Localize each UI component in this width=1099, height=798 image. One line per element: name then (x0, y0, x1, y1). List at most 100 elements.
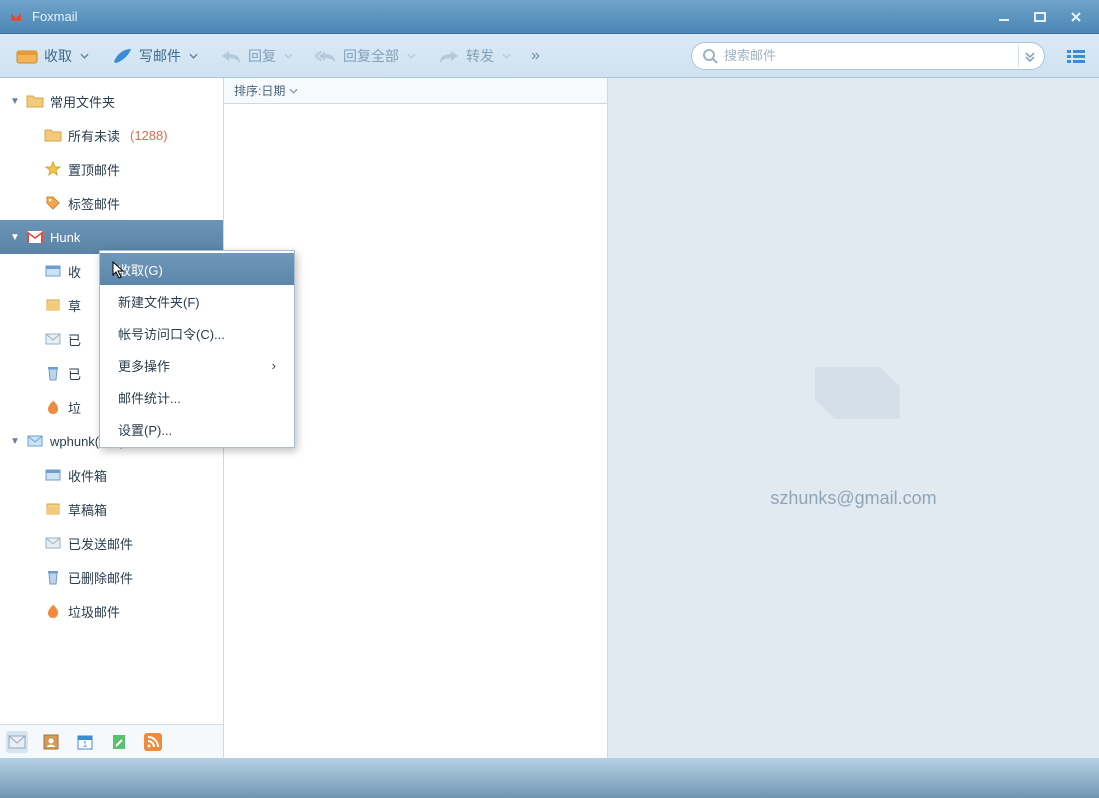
reply-button[interactable]: 回复 (212, 42, 301, 70)
title-bar: Foxmail (0, 0, 1099, 34)
sent-icon (44, 534, 62, 552)
compose-label: 写邮件 (139, 46, 181, 66)
tag-icon (44, 194, 62, 212)
tree-account-hunk[interactable]: ▼ Hunk (0, 220, 223, 254)
svg-text:1: 1 (83, 740, 88, 749)
tree-drafts-2[interactable]: 草稿箱 (0, 492, 223, 526)
ctx-more-actions[interactable]: 更多操作 › (100, 349, 294, 381)
minimize-button[interactable] (993, 9, 1015, 25)
chevron-down-icon (189, 53, 198, 59)
search-icon (702, 48, 718, 64)
notes-tab-icon[interactable] (108, 731, 130, 753)
sort-label: 排序:日期 (234, 82, 285, 99)
ctx-settings[interactable]: 设置(P)... (100, 413, 294, 445)
ctx-label: 帐号访问口令(C)... (118, 324, 225, 343)
chevron-down-icon (407, 53, 416, 59)
receive-label: 收取 (44, 46, 72, 66)
tree-label: 已删除邮件 (68, 568, 133, 587)
maximize-button[interactable] (1029, 9, 1051, 25)
tree-label: 垃 (68, 398, 81, 417)
collapse-icon: ▼ (10, 436, 20, 447)
foxmail-logo (789, 328, 919, 458)
forward-label: 转发 (466, 46, 494, 66)
flame-icon (44, 602, 62, 620)
tree-sent-2[interactable]: 已发送邮件 (0, 526, 223, 560)
tree-label: 置顶邮件 (68, 160, 120, 179)
tree-label: 常用文件夹 (50, 92, 115, 111)
toolbar: 收取 写邮件 回复 回复全部 转发 » (0, 34, 1099, 78)
tree-tagged[interactable]: 标签邮件 (0, 186, 223, 220)
reply-label: 回复 (248, 46, 276, 66)
inbox-icon (16, 47, 38, 65)
folder-icon (26, 92, 44, 110)
mail-tab-icon[interactable] (6, 731, 28, 753)
ctx-new-folder[interactable]: 新建文件夹(F) (100, 285, 294, 317)
preview-pane: szhunks@gmail.com (608, 78, 1099, 758)
ctx-label: 新建文件夹(F) (118, 292, 200, 311)
forward-icon (438, 47, 460, 65)
trash-icon (44, 364, 62, 382)
sidebar-bottom-bar: 1 (0, 724, 223, 758)
inbox-icon (44, 262, 62, 280)
account-context-menu: 收取(G) 新建文件夹(F) 帐号访问口令(C)... 更多操作 › 邮件统计..… (99, 250, 295, 448)
star-icon (44, 160, 62, 178)
rss-tab-icon[interactable] (142, 731, 164, 753)
flame-icon (44, 398, 62, 416)
ctx-label: 设置(P)... (118, 420, 172, 439)
tree-common-folders[interactable]: ▼ 常用文件夹 (0, 84, 223, 118)
list-header: 排序:日期 (224, 78, 607, 104)
tree-label: 标签邮件 (68, 194, 120, 213)
unread-count: (1288) (130, 128, 168, 143)
reply-all-icon (315, 47, 337, 65)
close-button[interactable] (1065, 9, 1087, 25)
folder-icon (44, 126, 62, 144)
tree-label: 草 (68, 296, 81, 315)
reply-icon (220, 47, 242, 65)
tree-label: 已发送邮件 (68, 534, 133, 553)
reply-all-button[interactable]: 回复全部 (307, 42, 424, 70)
contacts-tab-icon[interactable] (40, 731, 62, 753)
app-icon (8, 9, 24, 25)
ctx-mail-stats[interactable]: 邮件统计... (100, 381, 294, 413)
sort-button[interactable]: 排序:日期 (234, 82, 298, 99)
mail-account-icon (26, 432, 44, 450)
tree-label: 草稿箱 (68, 500, 107, 519)
chevron-right-icon: › (272, 358, 276, 373)
collapse-icon: ▼ (10, 232, 20, 243)
tree-spam-2[interactable]: 垃圾邮件 (0, 594, 223, 628)
window-controls (993, 9, 1087, 25)
tree-all-unread[interactable]: 所有未读 (1288) (0, 118, 223, 152)
feather-icon (111, 47, 133, 65)
tree-label: 已 (68, 364, 81, 383)
search-box[interactable] (691, 42, 1045, 70)
forward-button[interactable]: 转发 (430, 42, 519, 70)
search-expand-button[interactable] (1018, 45, 1040, 67)
receive-button[interactable]: 收取 (8, 42, 97, 70)
tree-label: 所有未读 (68, 126, 120, 145)
tree-inbox-2[interactable]: 收件箱 (0, 458, 223, 492)
ctx-account-password[interactable]: 帐号访问口令(C)... (100, 317, 294, 349)
ctx-label: 更多操作 (118, 356, 170, 375)
compose-button[interactable]: 写邮件 (103, 42, 206, 70)
tree-label: 已 (68, 330, 81, 349)
calendar-tab-icon[interactable]: 1 (74, 731, 96, 753)
ctx-label: 收取(G) (118, 260, 163, 279)
inbox-icon (44, 466, 62, 484)
app-title: Foxmail (32, 9, 993, 24)
tree-label: Hunk (50, 230, 80, 245)
tree-pinned[interactable]: 置顶邮件 (0, 152, 223, 186)
tree-trash-2[interactable]: 已删除邮件 (0, 560, 223, 594)
search-input[interactable] (724, 48, 1018, 63)
drafts-icon (44, 296, 62, 314)
gmail-icon (26, 228, 44, 246)
ctx-receive[interactable]: 收取(G) (100, 253, 294, 285)
tree-label: 收 (68, 262, 81, 281)
more-tools-button[interactable]: » (525, 43, 546, 69)
trash-icon (44, 568, 62, 586)
chevron-down-icon (502, 53, 511, 59)
tree-label: 收件箱 (68, 466, 107, 485)
sent-icon (44, 330, 62, 348)
view-toggle-button[interactable] (1061, 45, 1091, 67)
footer-strip (0, 758, 1099, 798)
chevron-down-icon (80, 53, 89, 59)
